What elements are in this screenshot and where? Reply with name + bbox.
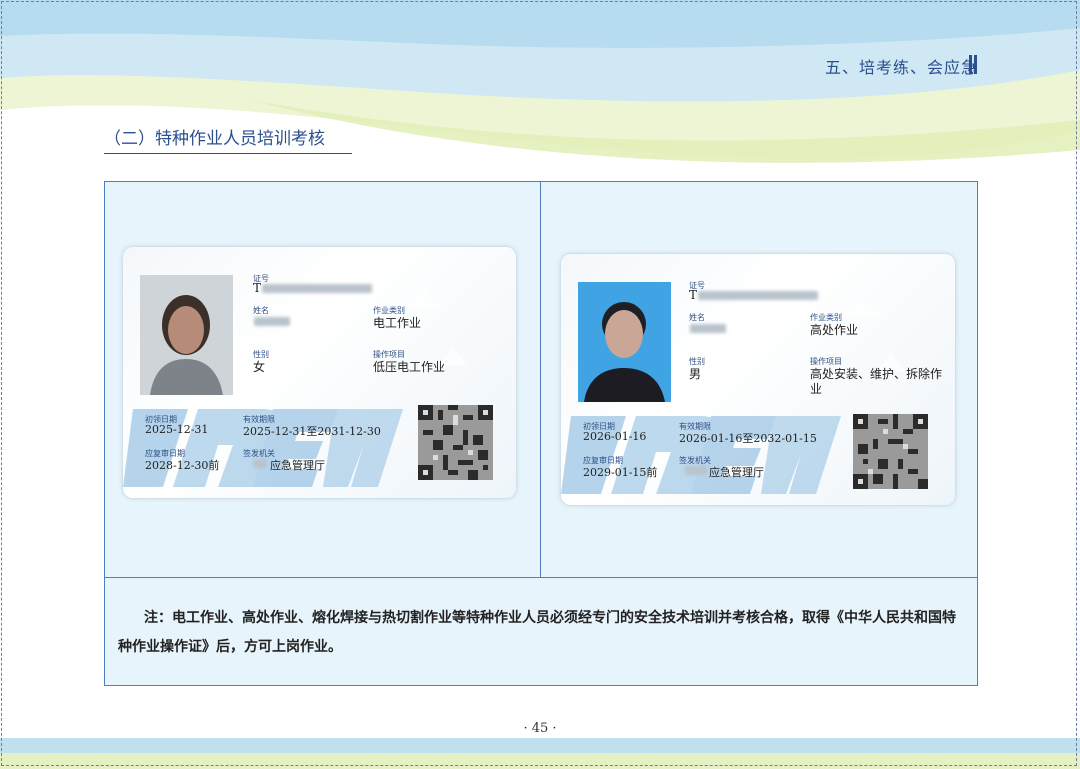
cert-no-value: T bbox=[689, 288, 698, 302]
footer-band-decoration bbox=[0, 736, 1080, 769]
gender-value: 男 bbox=[689, 367, 702, 381]
operation-item-value: 低压电工作业 bbox=[373, 360, 446, 374]
issuing-authority-value: 应急管理厅 bbox=[270, 459, 325, 472]
certificate-card-1: 证号 T 姓名 作业类别 电工作业 性别 女 操作项目 低压电工作业 初领日期 … bbox=[123, 247, 516, 498]
validity-value: 2026-01-16至2032-01-15 bbox=[679, 432, 817, 445]
holder-photo bbox=[140, 275, 233, 395]
redacted-name bbox=[690, 324, 726, 333]
issuing-authority-label: 签发机关 bbox=[679, 456, 711, 465]
holder-photo bbox=[578, 282, 671, 402]
frame-divider-horizontal bbox=[104, 577, 978, 578]
qr-code-icon bbox=[853, 414, 928, 489]
redacted-cert-number bbox=[262, 284, 372, 293]
job-category-value: 电工作业 bbox=[373, 316, 422, 330]
redacted-province bbox=[253, 459, 267, 468]
frame-divider-vertical bbox=[540, 181, 541, 577]
section-title: （二）特种作业人员培训考核 bbox=[104, 124, 352, 154]
redacted-province bbox=[685, 466, 707, 475]
certificate-card-2: 证号 T 姓名 作业类别 高处作业 性别 男 操作项目 高处安装、维护、拆除作 … bbox=[561, 254, 955, 505]
header-chapter-title: 五、培考练、会应急 bbox=[824, 58, 978, 77]
review-date-value: 2029-01-15前 bbox=[583, 466, 658, 479]
first-issue-date-value: 2025-12-31 bbox=[145, 423, 209, 436]
name-label: 姓名 bbox=[689, 313, 705, 322]
issuing-authority-value: 应急管理厅 bbox=[709, 466, 764, 479]
name-label: 姓名 bbox=[253, 306, 269, 315]
cert-no-value: T bbox=[253, 281, 262, 295]
header-double-bar-icon bbox=[969, 55, 978, 74]
job-category-value: 高处作业 bbox=[810, 323, 859, 337]
person-avatar-icon bbox=[578, 282, 671, 402]
redacted-name bbox=[254, 317, 290, 326]
operation-item-value-line2: 业 bbox=[810, 382, 823, 396]
review-date-value: 2028-12-30前 bbox=[145, 459, 220, 472]
person-avatar-icon bbox=[140, 275, 233, 395]
operation-item-value-line1: 高处安装、维护、拆除作 bbox=[810, 367, 943, 381]
validity-value: 2025-12-31至2031-12-30 bbox=[243, 425, 381, 438]
page-number: · 45 · bbox=[523, 721, 557, 736]
qr-code-icon bbox=[418, 405, 493, 480]
gender-value: 女 bbox=[253, 360, 266, 374]
redacted-cert-number bbox=[698, 291, 818, 300]
note-text: 注：电工作业、高处作业、熔化焊接与热切割作业等特种作业人员必须经专门的安全技术培… bbox=[118, 610, 956, 655]
first-issue-date-value: 2026-01-16 bbox=[583, 430, 647, 443]
